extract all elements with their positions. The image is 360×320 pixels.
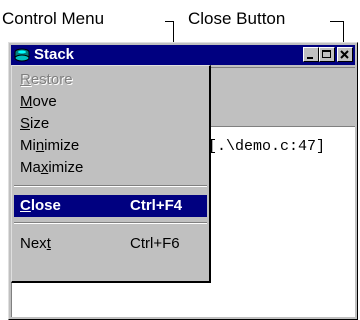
menu-item-shortcut: Ctrl+F4: [130, 197, 183, 214]
menu-item-label: Close: [20, 197, 61, 214]
source-location-text: [.\demo.c:47]: [208, 138, 326, 155]
window-title: Stack: [34, 46, 75, 63]
maximize-button[interactable]: [319, 47, 335, 62]
menu-item-label: Next: [20, 235, 51, 252]
menu-item-shortcut: Ctrl+F6: [130, 235, 180, 252]
menu-item-label: Size: [20, 115, 50, 132]
control-menu-callout: Control Menu: [2, 9, 105, 28]
maximize-icon: [322, 50, 331, 58]
stack-window: Stack [.\demo.c:47] Restore Move Size Minim…: [8, 42, 358, 320]
menu-item-label: Move: [20, 93, 57, 110]
menu-separator: [14, 222, 207, 224]
menu-item-restore[interactable]: Restore: [14, 69, 207, 91]
close-button[interactable]: [337, 47, 353, 62]
menu-item-close[interactable]: Close Ctrl+F4: [14, 195, 207, 217]
menu-item-label: Minimize: [20, 137, 80, 154]
menu-item-maximize[interactable]: Maximize: [14, 157, 207, 179]
close-icon: [340, 50, 349, 59]
close-button-callout: Close Button: [188, 9, 286, 28]
menu-item-label: Maximize: [20, 159, 84, 176]
stack-app-icon[interactable]: [14, 47, 30, 63]
menu-item-move[interactable]: Move: [14, 91, 207, 113]
title-bar[interactable]: Stack: [11, 45, 355, 65]
menu-item-label: Restore: [20, 71, 73, 88]
close-button-leader-line: [330, 21, 344, 22]
menu-item-size[interactable]: Size: [14, 113, 207, 135]
menu-separator: [14, 185, 207, 187]
menu-item-minimize[interactable]: Minimize: [14, 135, 207, 157]
minimize-icon: [307, 57, 313, 59]
control-menu: Restore Move Size Minimize Maximize Close Ctrl…: [11, 65, 211, 283]
minimize-button[interactable]: [303, 47, 319, 62]
menu-item-next[interactable]: Next Ctrl+F6: [14, 233, 207, 255]
